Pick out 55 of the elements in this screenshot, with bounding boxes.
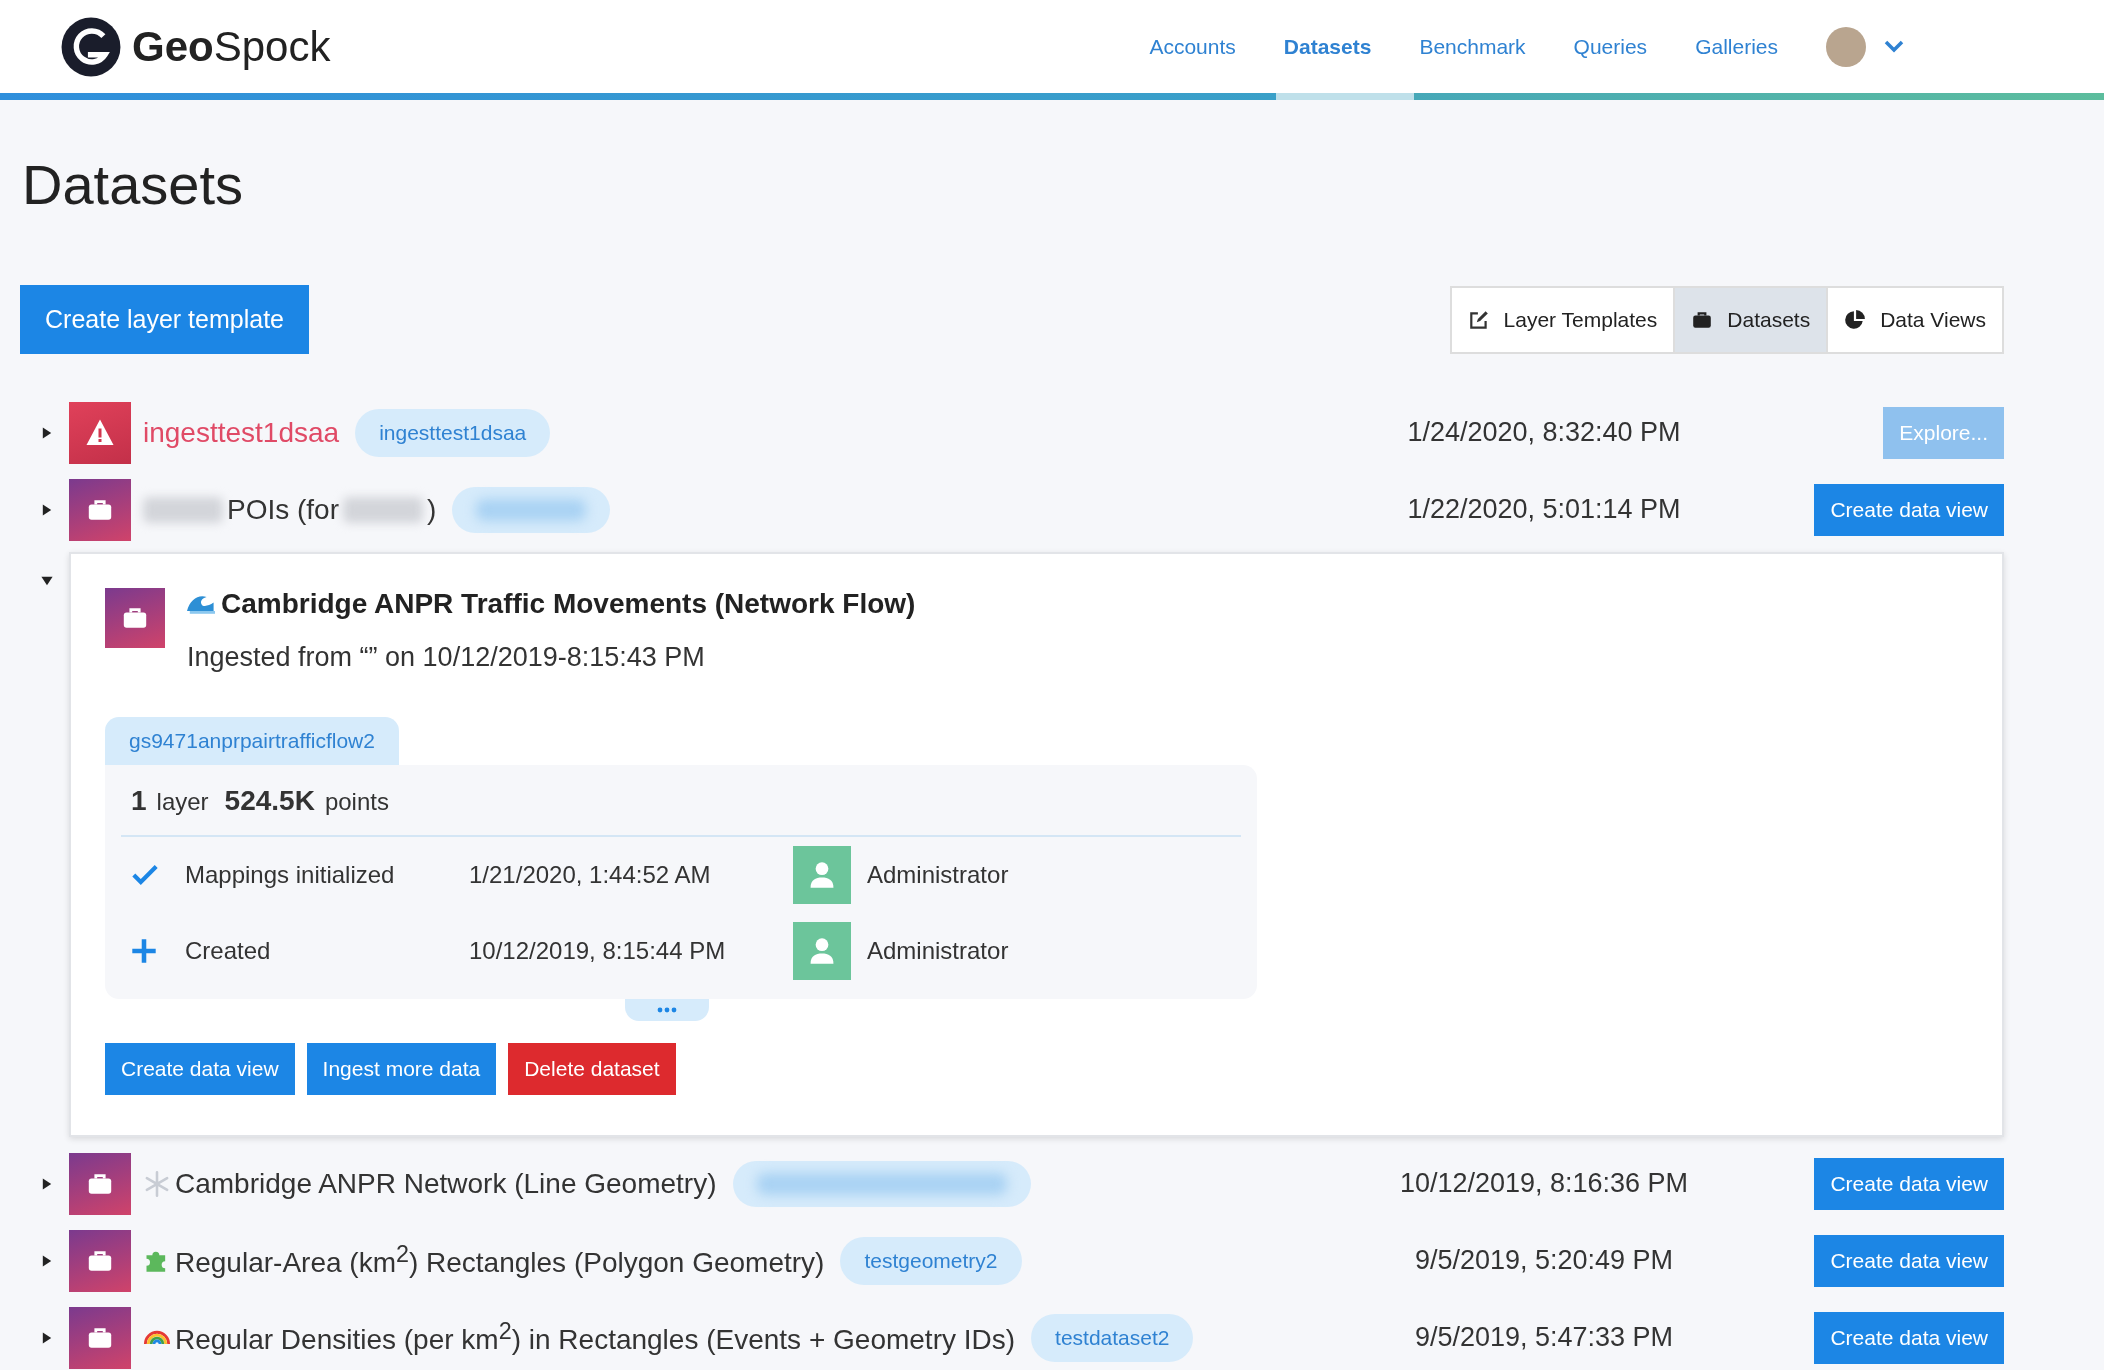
user-icon [809, 861, 835, 889]
view-tab[interactable]: Datasets [1675, 287, 1829, 352]
create-data-view-button[interactable]: Create data view [1814, 1311, 2004, 1364]
date-text: 1/24/2020, 8:32:40 PM [1406, 417, 1682, 448]
nav-link[interactable]: Galleries [1695, 34, 1778, 59]
nav-link[interactable]: Datasets [1283, 34, 1372, 59]
user-icon [809, 937, 835, 965]
dataset-name: POIs (for [227, 493, 339, 526]
action-button[interactable]: Ingest more data [306, 1043, 497, 1095]
dataset-tag: testgeometry2 [840, 1236, 1022, 1285]
pie-chart-icon [1844, 308, 1867, 331]
event-label: Created [185, 937, 272, 965]
action-button[interactable]: Create data view [105, 1043, 295, 1095]
event-user: Administrator [867, 861, 1010, 889]
event-label: Mappings initialized [185, 861, 396, 889]
date-text: 10/12/2019, 8:16:36 PM [1398, 1168, 1690, 1199]
dataset-tag: testdataset2 [1031, 1313, 1194, 1362]
event-time: 10/12/2019, 8:15:44 PM [469, 937, 727, 965]
nav-link[interactable]: Benchmark [1419, 34, 1526, 59]
warning-icon [85, 417, 115, 448]
rainbow-icon [143, 1330, 171, 1345]
edit-icon [1467, 308, 1490, 331]
nav-link[interactable]: Accounts [1149, 34, 1236, 59]
dataset-tag: ingesttest1dsaa [355, 408, 551, 457]
layer-label: layer [156, 788, 209, 816]
chevron-down-icon[interactable] [1884, 39, 1904, 54]
page-title: Datasets [22, 152, 244, 217]
dataset-name: Regular-Area (km$^{2}$) Rectangles (Polygon Geometry) [175, 1241, 825, 1280]
event-time: 1/21/2020, 1:44:52 AM [469, 861, 712, 889]
more-icon [657, 1007, 677, 1013]
delete-button[interactable]: Delete dataset [508, 1043, 676, 1095]
points-count: 524.5K [224, 785, 315, 817]
nav-link[interactable]: Queries [1573, 34, 1648, 59]
logo-icon [60, 15, 122, 78]
date-text: 9/5/2019, 5:20:49 PM [1413, 1245, 1675, 1276]
layer-count: 1 [131, 785, 147, 817]
ingested-text: Ingested from “” on 10/12/2019-8:15:43 PM [187, 642, 706, 673]
create-data-view-button[interactable]: Create data view [1814, 1157, 2004, 1210]
dataset-tag: gs9471anprpairtrafficflow2 [105, 717, 399, 765]
dataset-name: ) [427, 493, 437, 526]
snowflake-icon [143, 1169, 171, 1198]
dataset-name: Regular Densities (per km$^{2}$) in Rectangles (Events + Geometry IDs) [175, 1318, 1016, 1357]
wave-icon [187, 594, 215, 614]
dataset-name: Cambridge ANPR Network (Line Geometry) [175, 1167, 717, 1200]
event-user: Administrator [867, 937, 1010, 965]
brand-name: GeoSpock [132, 22, 331, 71]
dataset-name: Cambridge ANPR Traffic Movements (Network Flow) [221, 588, 916, 620]
create-data-view-button[interactable]: Create data view [1814, 483, 2004, 536]
points-label: points [324, 788, 389, 816]
date-text: 1/22/2020, 5:01:14 PM [1406, 494, 1682, 525]
create-layer-template-button[interactable]: Create layer template [20, 285, 309, 354]
date-text: 9/5/2019, 5:47:33 PM [1413, 1322, 1675, 1353]
create-data-view-button[interactable]: Create data view [1814, 1234, 2004, 1287]
dataset-name: ingesttest1dsaa [143, 416, 340, 449]
more-button[interactable] [625, 999, 709, 1021]
